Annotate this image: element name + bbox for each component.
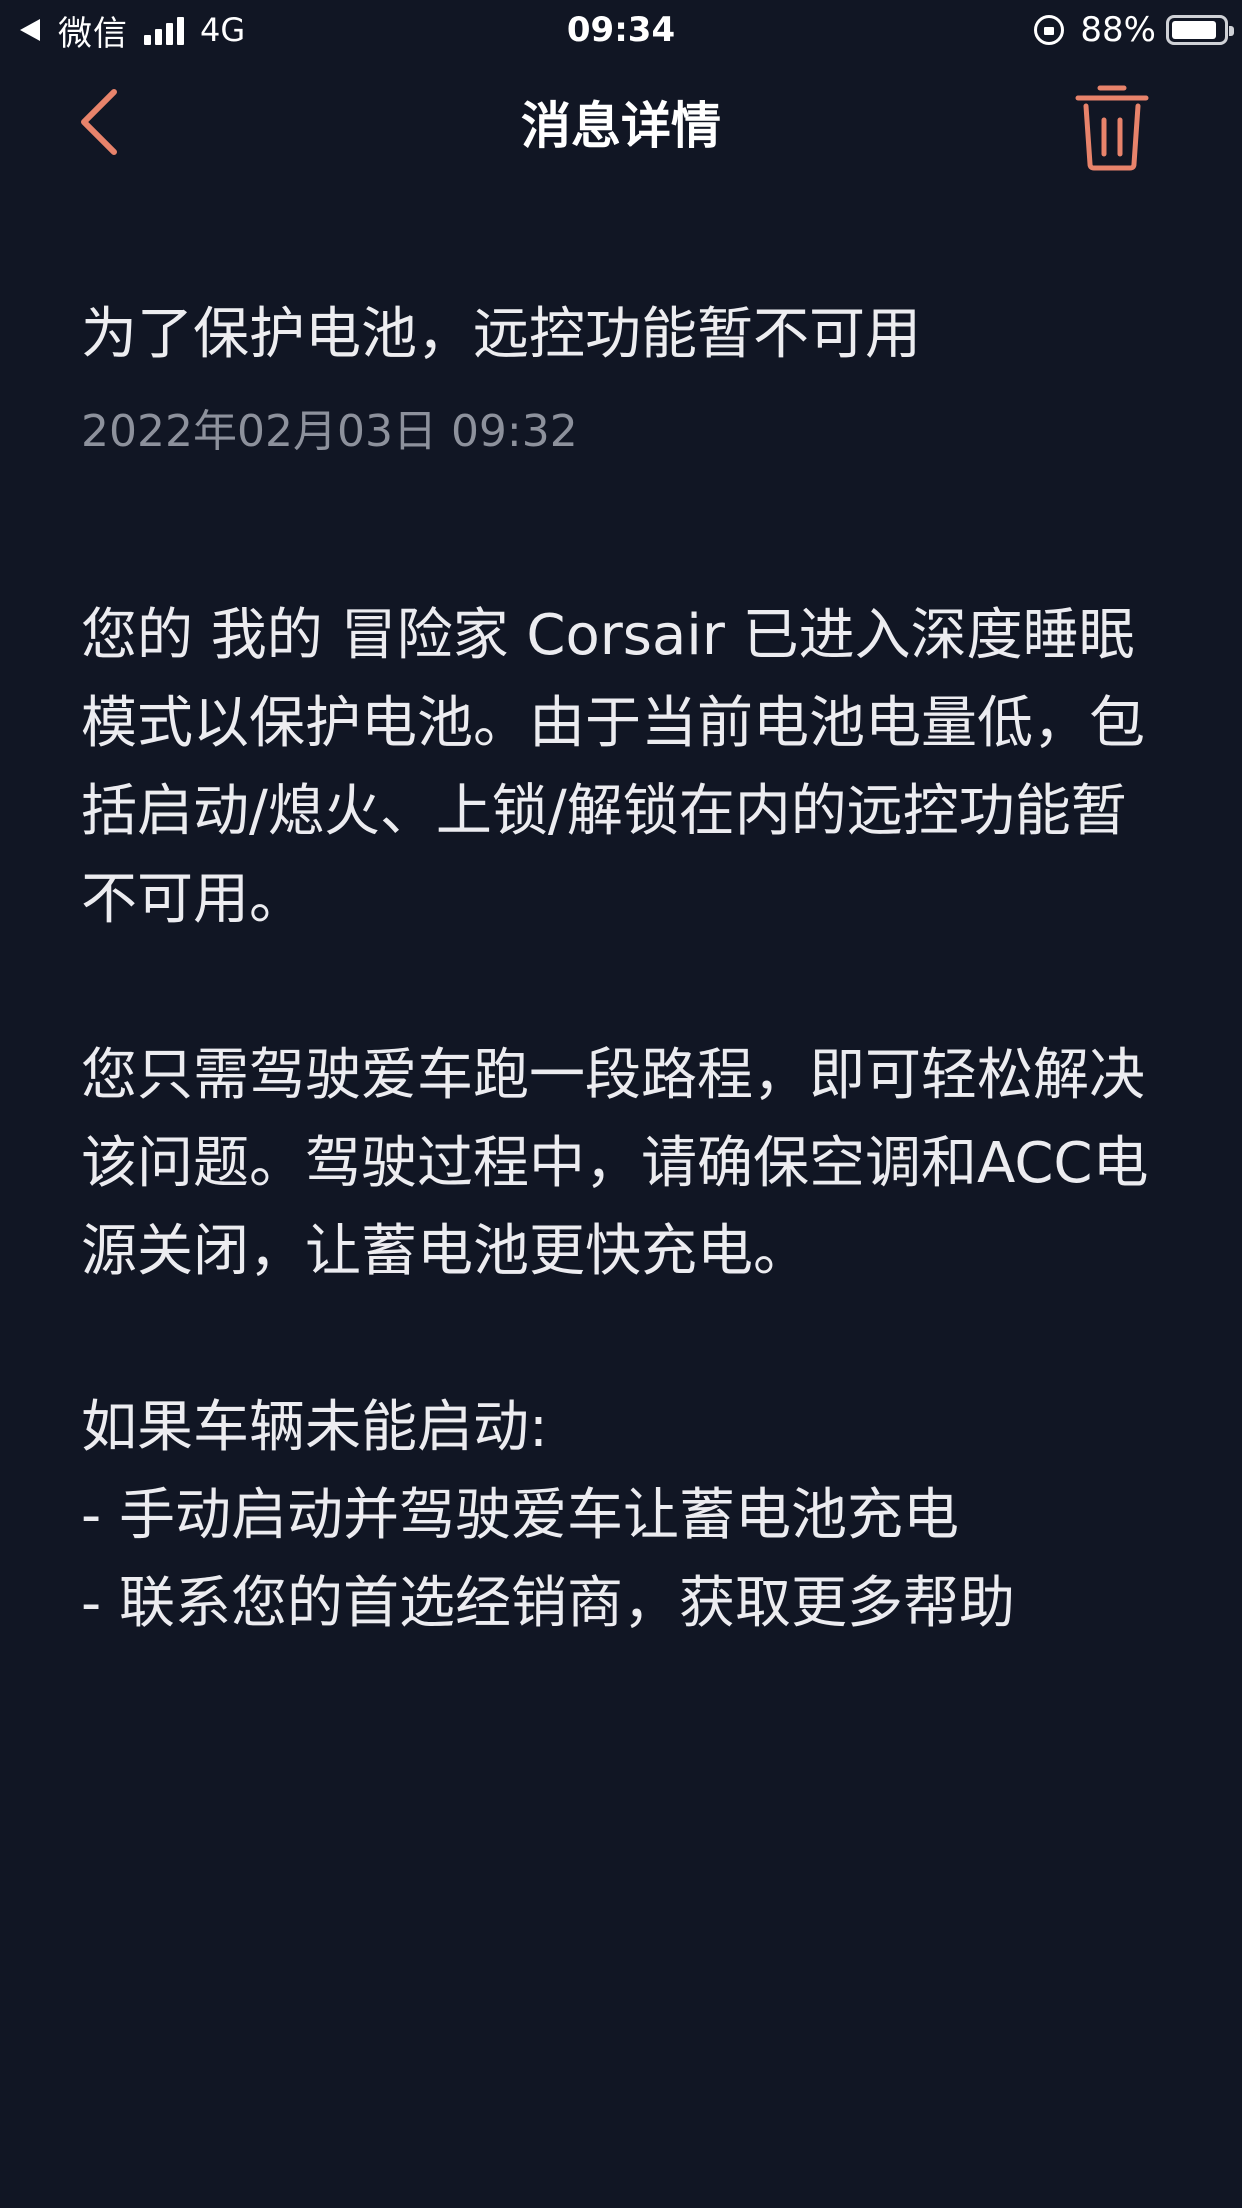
page-title: 消息详情 xyxy=(521,97,721,155)
nav-bar: 消息详情 xyxy=(0,60,1242,190)
message-title: 为了保护电池，远控功能暂不可用 xyxy=(81,302,921,367)
message-paragraph: 您只需驾驶爱车跑一段路程，即可轻松解决该问题。驾驶过程中，请确保空调和ACC电源… xyxy=(81,1043,1149,1284)
message-timestamp: 2022年02月03日 09:32 xyxy=(81,406,578,457)
trash-icon xyxy=(1075,85,1149,171)
message-body: 您的 我的 冒险家 Corsair 已进入深度睡眠模式以保护电池。由于当前电池电… xyxy=(81,592,1181,1648)
status-right: 88% xyxy=(1034,8,1234,52)
message-paragraph: 如果车辆未能启动: - 手动启动并驾驶爱车让蓄电池充电 - 联系您的首选经销商，… xyxy=(81,1395,1016,1636)
message-detail: 为了保护电池，远控功能暂不可用 2022年02月03日 09:32 您的 我的 … xyxy=(81,290,1181,1648)
battery-icon xyxy=(1166,15,1234,45)
message-paragraph: 您的 我的 冒险家 Corsair 已进入深度睡眠模式以保护电池。由于当前电池电… xyxy=(81,603,1145,932)
delete-button[interactable] xyxy=(1072,82,1152,172)
status-bar: 微信 4G 09:34 88% xyxy=(0,0,1242,60)
orientation-lock-icon xyxy=(1034,15,1065,45)
battery-percentage: 88% xyxy=(1080,10,1156,50)
